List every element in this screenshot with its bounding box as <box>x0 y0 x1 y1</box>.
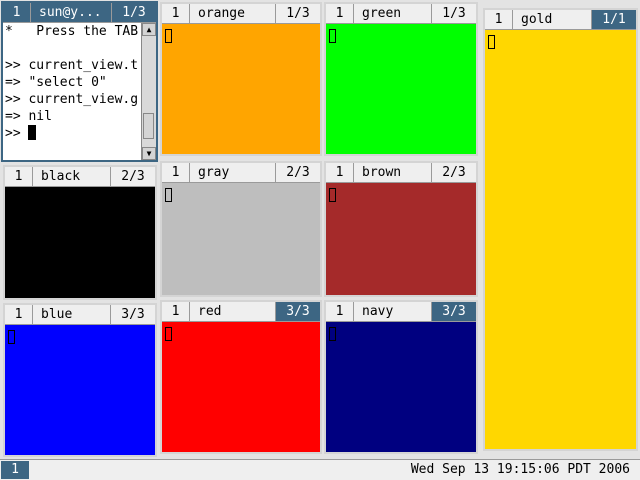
client-tag: 1 <box>162 302 190 321</box>
client-tag: 1 <box>326 302 354 321</box>
scroll-down-arrow-icon[interactable]: ▼ <box>142 147 156 160</box>
client-index: 2/3 <box>432 163 476 182</box>
client-cursor <box>488 35 495 49</box>
client-terminal[interactable]: 1 sun@y... 1/3 * Press the TAB >> curren… <box>1 1 158 162</box>
client-title: gold <box>513 10 592 29</box>
client-title: red <box>190 302 276 321</box>
scroll-up-arrow-icon[interactable]: ▲ <box>142 23 156 36</box>
client-body[interactable] <box>326 182 476 295</box>
client-window[interactable]: 1 blue 3/3 <box>3 303 157 457</box>
client-titlebar[interactable]: 1 sun@y... 1/3 <box>3 3 156 22</box>
client-index: 3/3 <box>276 302 320 321</box>
client-body[interactable] <box>5 324 155 455</box>
client-tag: 1 <box>326 163 354 182</box>
client-window[interactable]: 1 gold 1/1 <box>483 8 638 451</box>
client-cursor <box>329 29 336 43</box>
client-title: brown <box>354 163 432 182</box>
client-titlebar[interactable]: 1 red 3/3 <box>162 302 320 321</box>
client-titlebar[interactable]: 1 brown 2/3 <box>326 163 476 182</box>
client-title: navy <box>354 302 432 321</box>
client-window[interactable]: 1 orange 1/3 <box>160 2 322 156</box>
client-title: black <box>33 167 111 186</box>
client-window[interactable]: 1 navy 3/3 <box>324 300 478 454</box>
client-title: sun@y... <box>31 3 112 22</box>
client-cursor <box>329 327 336 341</box>
client-tag: 1 <box>3 3 31 22</box>
status-bar: 1 Wed Sep 13 19:15:06 PDT 2006 <box>0 459 640 480</box>
client-tag: 1 <box>5 305 33 324</box>
client-index: 2/3 <box>111 167 155 186</box>
client-index: 1/3 <box>432 4 476 23</box>
client-body[interactable] <box>162 182 320 295</box>
tag-button[interactable]: 1 <box>1 461 29 479</box>
client-index: 2/3 <box>276 163 320 182</box>
client-cursor <box>165 188 172 202</box>
client-titlebar[interactable]: 1 gray 2/3 <box>162 163 320 182</box>
client-cursor <box>165 327 172 341</box>
client-title: green <box>354 4 432 23</box>
client-tag: 1 <box>162 163 190 182</box>
scrollbar-thumb[interactable] <box>143 113 154 139</box>
client-title: orange <box>190 4 276 23</box>
client-tag: 1 <box>162 4 190 23</box>
client-body[interactable] <box>326 321 476 452</box>
client-window[interactable]: 1 black 2/3 <box>3 165 157 300</box>
client-index: 3/3 <box>432 302 476 321</box>
terminal-scrollbar[interactable]: ▲ ▼ <box>141 23 156 160</box>
client-index: 1/1 <box>592 10 636 29</box>
client-cursor <box>329 188 336 202</box>
terminal-output[interactable]: * Press the TAB >> current_view.t => "se… <box>3 23 142 160</box>
client-index: 1/3 <box>276 4 320 23</box>
status-clock: Wed Sep 13 19:15:06 PDT 2006 <box>410 462 630 477</box>
client-title: blue <box>33 305 111 324</box>
client-body[interactable] <box>5 186 155 298</box>
client-cursor <box>8 330 15 344</box>
client-window[interactable]: 1 brown 2/3 <box>324 161 478 297</box>
text-cursor <box>28 125 37 140</box>
terminal-body[interactable]: * Press the TAB >> current_view.t => "se… <box>3 22 156 160</box>
client-tag: 1 <box>485 10 513 29</box>
client-body[interactable] <box>162 23 320 154</box>
client-index: 3/3 <box>111 305 155 324</box>
client-tag: 1 <box>5 167 33 186</box>
client-titlebar[interactable]: 1 orange 1/3 <box>162 4 320 23</box>
client-title: gray <box>190 163 276 182</box>
client-window[interactable]: 1 green 1/3 <box>324 2 478 156</box>
client-body[interactable] <box>162 321 320 452</box>
client-titlebar[interactable]: 1 blue 3/3 <box>5 305 155 324</box>
client-window[interactable]: 1 gray 2/3 <box>160 161 322 297</box>
client-index: 1/3 <box>112 3 156 22</box>
client-tag: 1 <box>326 4 354 23</box>
client-titlebar[interactable]: 1 black 2/3 <box>5 167 155 186</box>
client-body[interactable] <box>485 29 636 449</box>
client-titlebar[interactable]: 1 gold 1/1 <box>485 10 636 29</box>
client-titlebar[interactable]: 1 navy 3/3 <box>326 302 476 321</box>
client-window[interactable]: 1 red 3/3 <box>160 300 322 454</box>
client-body[interactable] <box>326 23 476 154</box>
client-cursor <box>165 29 172 43</box>
client-titlebar[interactable]: 1 green 1/3 <box>326 4 476 23</box>
